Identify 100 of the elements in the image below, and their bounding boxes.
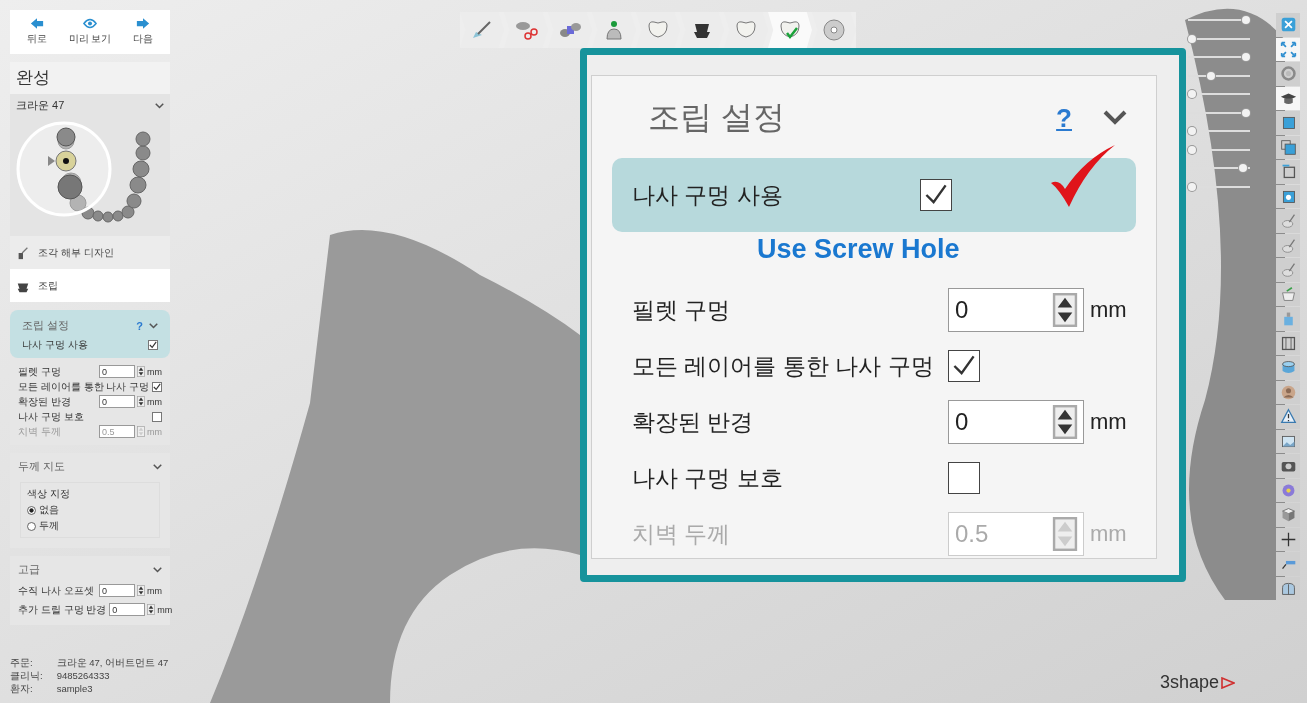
expand-icon xyxy=(1279,40,1297,58)
workflow-item[interactable]: 조립 xyxy=(10,269,170,302)
info-label: 주문: xyxy=(10,657,34,670)
toolbar-button[interactable] xyxy=(1276,405,1300,429)
number-field[interactable]: 0 xyxy=(99,395,135,408)
workflow-item-label: 조립 xyxy=(38,278,58,293)
unit-label: mm xyxy=(147,396,162,407)
step-title: 완성 xyxy=(10,62,170,94)
checkbox[interactable] xyxy=(920,179,952,211)
eye-icon xyxy=(83,18,97,29)
radio-button[interactable] xyxy=(27,521,36,531)
unit-label: mm xyxy=(147,426,162,437)
next-arrow-icon xyxy=(136,18,151,29)
disc-icon xyxy=(822,18,846,42)
slider-thumb[interactable] xyxy=(1188,145,1196,154)
tooth-tool-icon xyxy=(16,245,30,260)
toolbar-button[interactable] xyxy=(1276,429,1300,453)
toolbar-button[interactable] xyxy=(1276,111,1300,135)
option-label: 나사 구멍 보호 xyxy=(632,463,784,493)
number-field[interactable]: 0 xyxy=(99,584,135,597)
option-label: 필렛 구멍 xyxy=(632,295,732,325)
unit-label: mm xyxy=(1089,409,1128,435)
slider-thumb[interactable] xyxy=(1206,71,1215,80)
checkbox[interactable] xyxy=(148,339,158,350)
option-label: 필렛 구멍 xyxy=(18,364,62,379)
warning-icon xyxy=(1279,408,1297,426)
slider-thumb[interactable] xyxy=(1239,164,1248,172)
section-title: 조립 설정 xyxy=(22,318,70,333)
toolbar-button[interactable] xyxy=(1276,454,1300,478)
radio-option[interactable]: 두께 xyxy=(27,519,153,533)
checkbox[interactable] xyxy=(948,462,980,494)
info-label: 환자: xyxy=(10,683,34,696)
info-value: 9485264333 xyxy=(56,670,111,683)
bowl-icon xyxy=(1279,285,1297,303)
slider-thumb[interactable] xyxy=(1188,182,1196,191)
section-title: 두께 지도 xyxy=(18,459,66,474)
option-label: 모든 레이어를 통한 나사 구멍 xyxy=(18,379,150,394)
chevron-down-icon[interactable] xyxy=(153,463,162,470)
spinner-arrows-icon[interactable] xyxy=(137,396,145,407)
axes-icon xyxy=(1279,530,1297,548)
visibility-slider[interactable] xyxy=(1188,127,1250,135)
info-label: 클리닉: xyxy=(10,670,43,683)
workflow-item[interactable]: 조각 해부 디자인 xyxy=(10,236,170,269)
number-field[interactable]: 0 xyxy=(99,365,135,378)
slider-thumb[interactable] xyxy=(1242,16,1250,24)
unit-label: mm xyxy=(157,604,173,615)
visibility-slider[interactable] xyxy=(1188,16,1250,24)
toolbar-button[interactable] xyxy=(1276,331,1300,355)
toolbar-button[interactable] xyxy=(1276,86,1300,110)
chevron-down-icon[interactable] xyxy=(149,322,158,329)
radio-option[interactable]: 없음 xyxy=(27,503,153,517)
close-icon xyxy=(1279,16,1297,34)
annotation-text: Use Screw Hole xyxy=(757,234,960,265)
brand-name: 3shape xyxy=(1160,672,1220,693)
spinner-arrows-icon[interactable] xyxy=(137,366,145,377)
checkbox[interactable] xyxy=(152,411,162,422)
visibility-slider[interactable] xyxy=(1188,90,1250,98)
option-label: 치벽 두께 xyxy=(632,519,732,549)
checkbox[interactable] xyxy=(948,350,980,382)
option-label: 추가 드릴 구멍 반경 xyxy=(18,602,107,617)
slider-thumb[interactable] xyxy=(1188,90,1196,98)
option-label: 확장된 반경 xyxy=(632,407,755,437)
option-label: 모든 레이어를 통한 나사 구멍 xyxy=(632,351,935,381)
chevron-down-icon[interactable] xyxy=(1102,110,1128,126)
help-link[interactable]: ? xyxy=(1056,102,1072,134)
toolbar-button[interactable] xyxy=(1276,527,1300,551)
unit-label: mm xyxy=(147,366,162,377)
tooth-pen-icon xyxy=(1279,212,1297,230)
toolbar-button[interactable] xyxy=(1276,184,1300,208)
info-value: sample3 xyxy=(56,683,94,696)
option-label: 나사 구멍 보호 xyxy=(18,409,85,424)
option-label: 나사 구멍 사용 xyxy=(632,180,784,210)
option-label: 치벽 두께 xyxy=(18,424,62,439)
back-arrow-icon xyxy=(29,18,44,29)
tooth-selector-label[interactable]: 크라운 47 xyxy=(16,98,65,113)
tooth-pen-icon xyxy=(1279,261,1297,279)
cube-icon xyxy=(1279,506,1297,524)
unit-label: mm xyxy=(1089,521,1128,547)
radio-button[interactable] xyxy=(27,505,36,515)
spinner-arrows-icon[interactable] xyxy=(1052,405,1078,439)
toolbar-button[interactable] xyxy=(1276,160,1300,184)
unit-label: mm xyxy=(147,585,162,596)
info-value: 크라운 47, 어버트먼트 47 xyxy=(56,657,169,670)
chevron-down-icon[interactable] xyxy=(153,566,162,573)
number-field[interactable]: 0 xyxy=(109,603,146,616)
checkbox[interactable] xyxy=(152,381,163,392)
unit-label: mm xyxy=(1089,297,1128,323)
section-title: 조립 설정 xyxy=(648,98,785,137)
frame-icon xyxy=(1279,334,1297,352)
spinner-arrows-icon[interactable] xyxy=(1052,293,1078,327)
chevron-down-icon[interactable] xyxy=(155,102,164,109)
spinner-arrows-icon[interactable] xyxy=(147,604,156,615)
slider-thumb[interactable] xyxy=(1242,108,1250,117)
slider-thumb[interactable] xyxy=(1188,127,1196,135)
slider-thumb[interactable] xyxy=(1188,34,1196,43)
rotate-icon xyxy=(1279,65,1297,83)
option-label: 나사 구멍 사용 xyxy=(22,337,89,352)
slider-thumb[interactable] xyxy=(1242,53,1250,61)
group-label: 색상 지정 xyxy=(27,487,71,501)
spinner-arrows-icon[interactable] xyxy=(137,585,145,596)
